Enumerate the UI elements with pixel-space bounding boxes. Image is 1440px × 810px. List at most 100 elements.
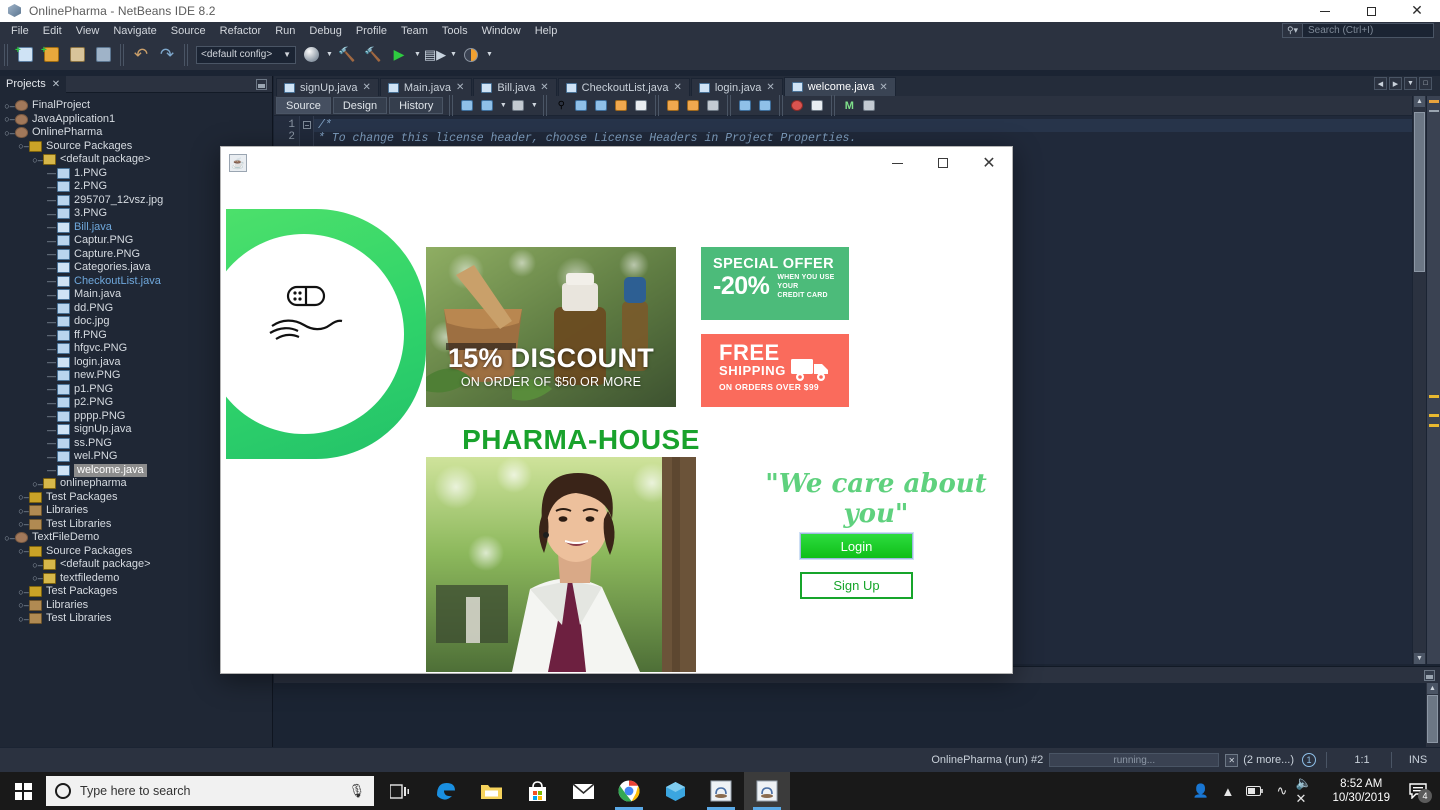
new-file-button[interactable]: + <box>12 43 38 67</box>
tree-expand-toggle-icon[interactable]: ○– <box>32 479 43 489</box>
dialog-maximize-button[interactable] <box>920 147 966 179</box>
clean-build-alt-button[interactable]: 🔨 <box>360 43 386 67</box>
editor-tab[interactable]: signUp.java ✕ <box>276 78 379 96</box>
netbeans-icon[interactable] <box>698 772 744 810</box>
menu-refactor[interactable]: Refactor <box>213 23 269 39</box>
annotation-mark[interactable] <box>1429 414 1439 417</box>
tree-expand-toggle-icon[interactable]: ○– <box>18 546 29 556</box>
output-minimize-button[interactable] <box>1424 669 1435 681</box>
clean-build-button[interactable]: 🔨 <box>334 43 360 67</box>
tree-expand-toggle-icon[interactable]: ○– <box>4 114 15 124</box>
virtualbox-icon[interactable] <box>652 772 698 810</box>
editor-view-history-button[interactable]: History <box>389 97 444 114</box>
tree-expand-toggle-icon[interactable]: ○– <box>18 519 29 529</box>
tree-expand-toggle-icon[interactable]: ○– <box>4 533 15 543</box>
editor-view-design-button[interactable]: Design <box>332 97 388 114</box>
run-dropdown-button[interactable]: ▼ <box>412 43 422 67</box>
editor-tab[interactable]: Bill.java ✕ <box>473 78 557 96</box>
tree-expand-toggle-icon[interactable]: ○– <box>18 614 29 624</box>
profile-dropdown-button[interactable]: ▼ <box>484 43 494 67</box>
shift-left-icon[interactable] <box>736 98 754 114</box>
find-selection-icon[interactable]: ⚲ <box>552 98 570 114</box>
scroll-up-icon[interactable]: ▲ <box>1427 683 1438 694</box>
run-project-button[interactable]: ▶ <box>386 43 412 67</box>
taskbar-search-box[interactable]: Type here to search 🎙 <box>46 776 374 806</box>
close-icon[interactable]: ✕ <box>673 82 681 93</box>
ide-search-box[interactable]: ⚲▾ Search (Ctrl+I) <box>1282 23 1434 38</box>
editor-toolbar-grip-5[interactable] <box>779 94 785 117</box>
microsoft-store-icon[interactable] <box>514 772 560 810</box>
toolbar-grip-3[interactable] <box>184 43 189 66</box>
menu-source[interactable]: Source <box>164 23 213 39</box>
close-icon[interactable]: ✕ <box>362 82 370 93</box>
toolbar-grip-2[interactable] <box>120 43 125 66</box>
annotation-mark[interactable] <box>1429 395 1439 398</box>
last-edit-icon[interactable] <box>458 98 476 114</box>
volume-muted-icon[interactable]: 🔈✕ <box>1295 772 1322 810</box>
menu-profile[interactable]: Profile <box>349 23 394 39</box>
pharma-house-window[interactable]: ✕ <box>220 146 1013 674</box>
status-cancel-button[interactable]: ✕ <box>1225 753 1239 767</box>
maximize-editor-icon[interactable]: □ <box>1419 77 1432 90</box>
output-scroll-thumb[interactable] <box>1427 695 1438 743</box>
tab-scroll-right-icon[interactable]: ▶ <box>1389 77 1402 90</box>
tree-expand-toggle-icon[interactable]: ○– <box>18 506 29 516</box>
editor-annotation-bar[interactable] <box>1426 96 1440 664</box>
status-progress-bar[interactable]: running... <box>1049 753 1220 767</box>
microphone-icon[interactable]: 🎙 <box>348 783 365 799</box>
editor-tab[interactable]: Main.java ✕ <box>379 78 473 96</box>
menu-run[interactable]: Run <box>268 23 302 39</box>
chrome-icon[interactable] <box>606 772 652 810</box>
mail-icon[interactable] <box>560 772 606 810</box>
editor-toolbar-grip-3[interactable] <box>655 94 661 117</box>
close-icon[interactable]: ✕ <box>456 82 464 93</box>
show-hidden-icons-icon[interactable]: ▲ <box>1214 772 1241 810</box>
signup-button[interactable]: Sign Up <box>800 572 913 599</box>
toggle-rectangular-icon[interactable] <box>632 98 650 114</box>
tree-expand-toggle-icon[interactable]: ○– <box>32 573 43 583</box>
shift-line-right-icon[interactable] <box>756 98 774 114</box>
menu-edit[interactable]: Edit <box>36 23 69 39</box>
menu-tools[interactable]: Tools <box>435 23 475 39</box>
menu-help[interactable]: Help <box>528 23 565 39</box>
inspect-hierarchy-icon[interactable] <box>860 98 878 114</box>
tree-expand-toggle-icon[interactable]: ○– <box>4 128 15 138</box>
window-minimize-button[interactable] <box>1302 0 1348 22</box>
build-project-button[interactable] <box>298 43 324 67</box>
editor-toolbar-grip-2[interactable] <box>543 94 549 117</box>
java-app-icon[interactable] <box>744 772 790 810</box>
tree-expand-toggle-icon[interactable]: ○– <box>18 600 29 610</box>
forward-dropdown-icon[interactable]: ▼ <box>529 98 538 114</box>
file-explorer-icon[interactable] <box>468 772 514 810</box>
editor-tab[interactable]: login.java ✕ <box>690 78 783 96</box>
annotation-mark[interactable] <box>1429 110 1439 112</box>
annotation-mark[interactable] <box>1429 100 1439 103</box>
shift-right-icon[interactable] <box>704 98 722 114</box>
output-panel-body[interactable]: ▲ <box>274 683 1440 747</box>
wifi-icon[interactable]: ∿ <box>1268 772 1295 810</box>
save-all-button[interactable] <box>90 43 116 67</box>
shift-up-icon[interactable] <box>664 98 682 114</box>
window-close-button[interactable]: ✕ <box>1394 0 1440 22</box>
tree-node[interactable]: ○– FinalProject <box>0 99 272 113</box>
tab-projects[interactable]: Projects ✕ <box>0 75 67 93</box>
fold-toggle-icon[interactable] <box>302 121 311 129</box>
close-icon[interactable]: ✕ <box>52 79 60 90</box>
tab-scroll-left-icon[interactable]: ◀ <box>1374 77 1387 90</box>
taskbar-clock[interactable]: 8:52 AM 10/30/2019 <box>1322 777 1400 805</box>
tree-expand-toggle-icon[interactable]: ○– <box>18 141 29 151</box>
profile-project-button[interactable] <box>458 43 484 67</box>
tree-expand-toggle-icon[interactable]: ○– <box>32 560 43 570</box>
menu-debug[interactable]: Debug <box>302 23 348 39</box>
start-button[interactable] <box>0 772 46 810</box>
toolbar-grip[interactable] <box>4 43 9 66</box>
debug-dropdown-button[interactable]: ▼ <box>448 43 458 67</box>
people-icon[interactable]: 👤 <box>1187 772 1214 810</box>
open-project-button[interactable] <box>64 43 90 67</box>
tree-expand-toggle-icon[interactable]: ○– <box>18 492 29 502</box>
tree-expand-toggle-icon[interactable]: ○– <box>32 155 43 165</box>
editor-toolbar-grip-4[interactable] <box>727 94 733 117</box>
login-button[interactable]: Login <box>800 533 913 559</box>
forward-icon[interactable] <box>509 98 527 114</box>
toggle-breakpoint-icon[interactable] <box>788 98 806 114</box>
